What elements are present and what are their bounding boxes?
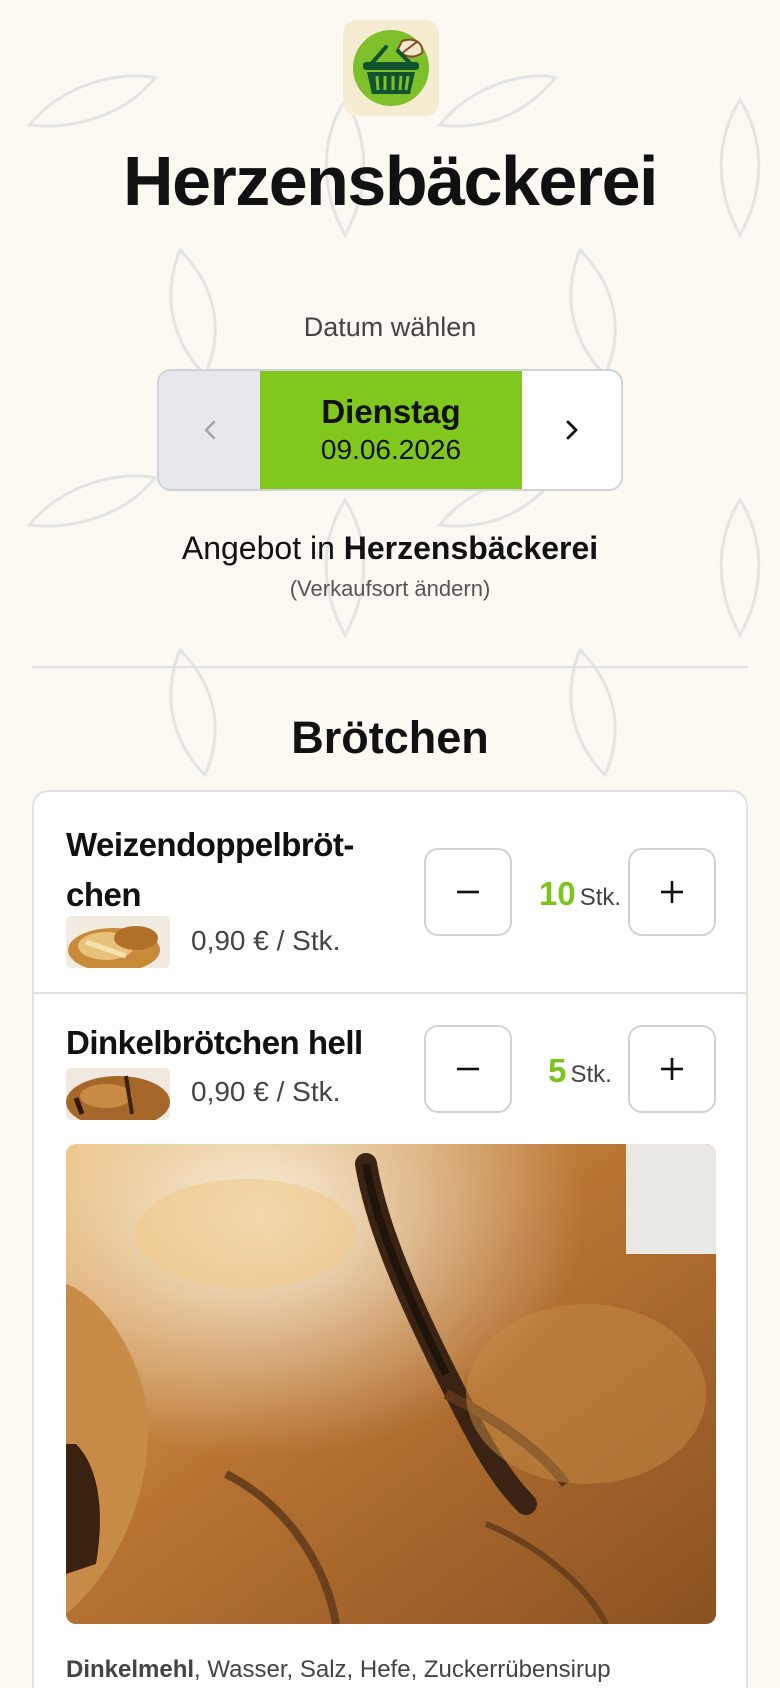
date-label: Datum wählen (303, 312, 477, 342)
quantity-display: 5 Stk. (525, 1051, 635, 1098)
quantity-display: 10 Stk. (525, 874, 635, 921)
minus-icon (457, 1067, 479, 1071)
row-divider (34, 992, 746, 994)
change-location-link[interactable]: (Verkaufsort ändern) (0, 574, 780, 604)
product-thumbnail[interactable] (66, 1068, 170, 1120)
ingredients-highlight: Dinkelmehl (66, 1656, 195, 1683)
product-list: Weizendoppelbröt-chen 0,90 € / Stk. 10 St… (32, 790, 748, 1688)
quantity-unit: Stk. (579, 884, 622, 911)
decrease-quantity-button[interactable] (424, 848, 512, 936)
offer-location-line: Angebot in Herzensbäckerei (0, 528, 780, 568)
product-name: Weizendoppelbröt-chen (66, 826, 354, 913)
quantity-unit: Stk. (570, 1061, 612, 1088)
plus-icon (661, 881, 683, 903)
increase-quantity-button[interactable] (628, 1025, 716, 1113)
quantity-value: 5 (548, 1052, 567, 1089)
date-picker: Dienstag 09.06.2026 (157, 369, 623, 491)
divider (32, 666, 748, 668)
ingredients-rest: , Wasser, Salz, Hefe, Zuckerrübensirup (194, 1656, 611, 1683)
decrease-quantity-button[interactable] (424, 1025, 512, 1113)
product-price: 0,90 € / Stk. (191, 1076, 341, 1107)
location-name: Herzensbäckerei (343, 530, 599, 566)
offer-prefix: Angebot in (181, 530, 335, 566)
product-thumbnail[interactable] (66, 916, 170, 968)
selected-date[interactable]: Dienstag 09.06.2026 (260, 371, 522, 489)
product-name: Dinkelbrötchen hell (66, 1024, 363, 1061)
section-title: Brötchen (291, 712, 489, 763)
product-price: 0,90 € / Stk. (191, 925, 341, 956)
quantity-value: 10 (538, 875, 576, 912)
product-ingredients: Dinkelmehl, Wasser, Salz, Hefe, Zuckerrü… (66, 1654, 611, 1686)
plus-icon (661, 1058, 683, 1080)
product-photo (66, 1144, 716, 1624)
selected-day: Dienstag (321, 393, 461, 430)
chevron-left-icon (204, 420, 215, 440)
page-title: Herzensbäckerei (123, 142, 658, 220)
basket-leaf-icon[interactable] (343, 20, 439, 116)
selected-date-value: 09.06.2026 (320, 434, 462, 465)
increase-quantity-button[interactable] (628, 848, 716, 936)
chevron-right-icon (566, 420, 577, 440)
minus-icon (457, 890, 479, 894)
next-date-button[interactable] (522, 371, 621, 489)
previous-date-button[interactable] (159, 371, 260, 489)
